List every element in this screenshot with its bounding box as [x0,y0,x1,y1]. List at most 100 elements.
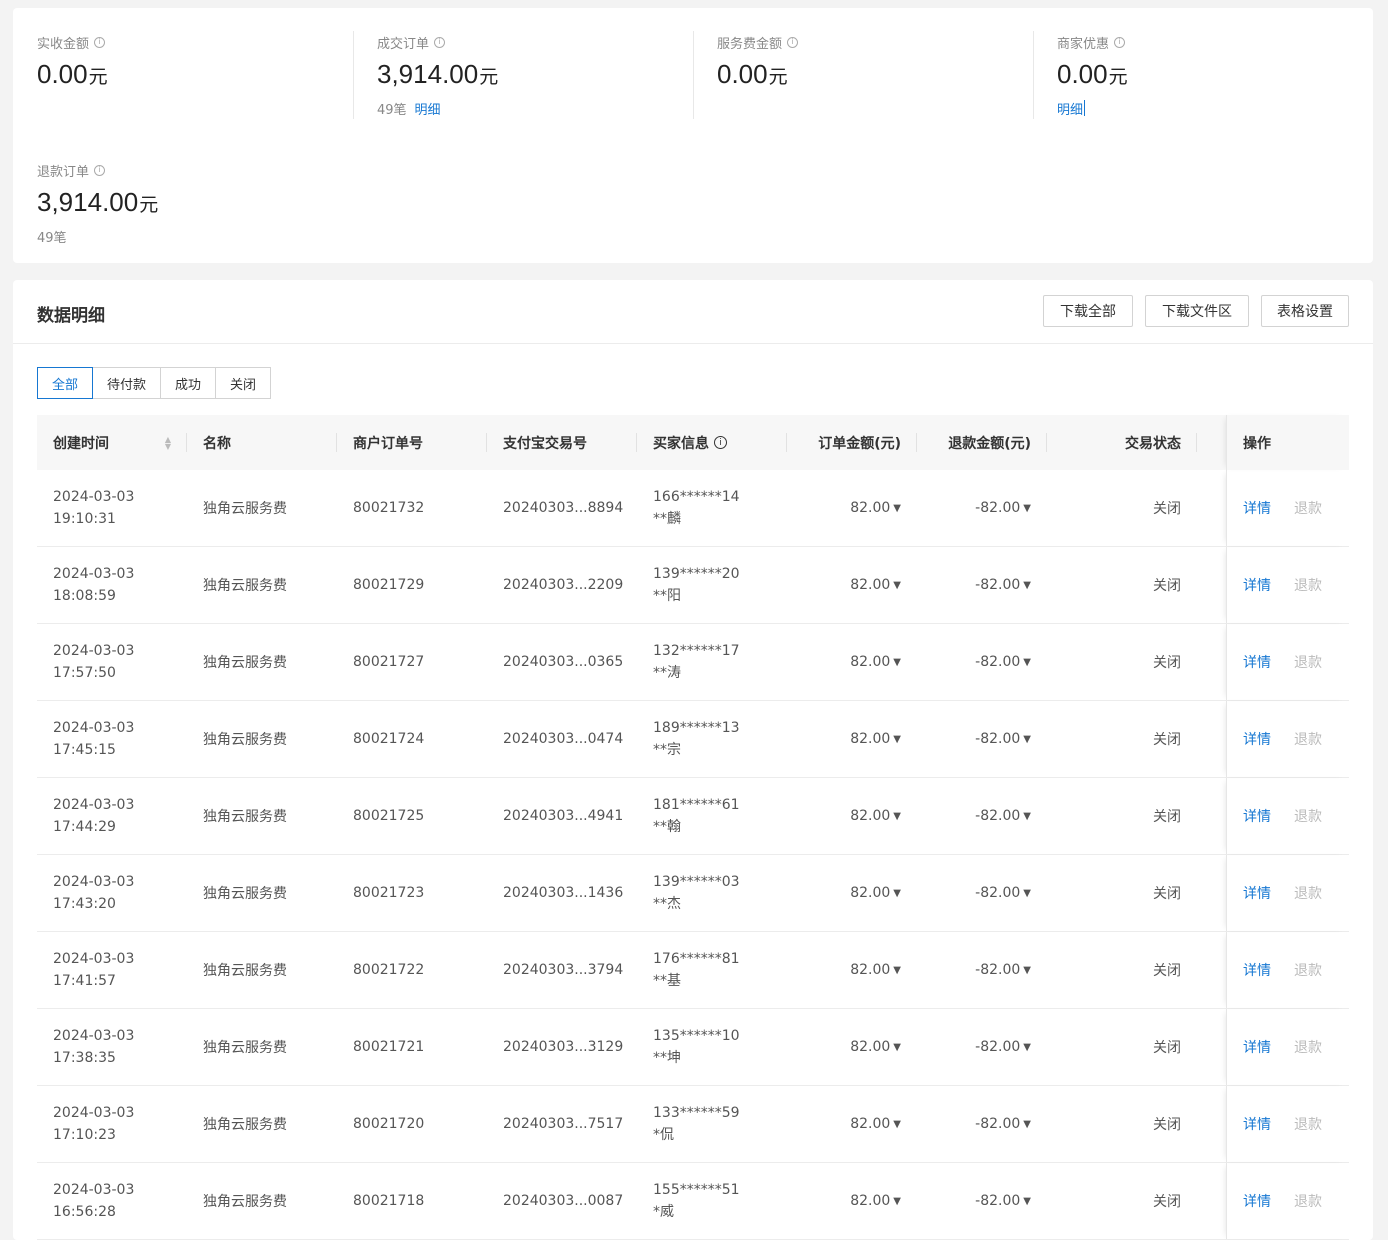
caret-down-icon[interactable]: ▼ [1023,1119,1031,1130]
stat-label: 退款订单 [37,164,90,180]
detail-link[interactable]: 详情 [1243,1191,1271,1211]
download-area-button[interactable]: 下载文件区 [1145,295,1249,327]
caret-down-icon[interactable]: ▼ [893,1119,901,1130]
info-icon[interactable]: i [434,36,446,48]
caret-down-icon[interactable]: ▼ [893,734,901,745]
detail-link[interactable]: 详情 [1243,960,1271,980]
order-amount-cell[interactable]: 82.00 ▼ [787,1086,917,1162]
refund-amount-cell[interactable]: -82.00 ▼ [917,1086,1047,1162]
buyer-name: **麟 [653,511,681,527]
tab-pending-payment[interactable]: 待付款 [92,367,162,399]
refund-button[interactable]: 退款 [1294,806,1322,826]
column-header-actions: 操作 [1226,415,1349,470]
caret-down-icon[interactable]: ▼ [1023,811,1031,822]
buyer-info-cell: 139******03 **杰 [637,855,787,931]
refund-amount-cell[interactable]: -82.00 ▼ [917,778,1047,854]
caret-down-icon[interactable]: ▼ [893,503,901,514]
info-icon[interactable]: i [1114,36,1126,48]
caret-down-icon[interactable]: ▼ [893,1196,901,1207]
created-date: 2024-03-03 [53,951,135,967]
caret-down-icon[interactable]: ▼ [893,811,901,822]
caret-down-icon[interactable]: ▼ [1023,734,1031,745]
refund-amount-cell[interactable]: -82.00 ▼ [917,470,1047,546]
refund-button[interactable]: 退款 [1294,498,1322,518]
order-amount-cell[interactable]: 82.00 ▼ [787,1163,917,1239]
caret-down-icon[interactable]: ▼ [1023,503,1031,514]
caret-down-icon[interactable]: ▼ [1023,965,1031,976]
order-amount: 82.00 [850,731,891,747]
column-header-merchant-order-no: 商户订单号 [337,415,487,470]
name-cell: 独角云服务费 [203,501,287,517]
refund-button[interactable]: 退款 [1294,729,1322,749]
order-amount-cell[interactable]: 82.00 ▼ [787,547,917,623]
created-time: 17:44:29 [53,819,116,835]
stat-label: 成交订单 [377,36,430,52]
info-icon[interactable]: i [94,164,106,176]
refund-button[interactable]: 退款 [1294,1191,1322,1211]
created-time-cell: 2024-03-03 17:57:50 [37,624,187,700]
info-icon[interactable]: i [714,436,727,449]
caret-down-icon[interactable]: ▼ [1023,1196,1031,1207]
caret-down-icon[interactable]: ▼ [893,1042,901,1053]
caret-down-icon[interactable]: ▼ [1023,657,1031,668]
refund-amount-cell[interactable]: -82.00 ▼ [917,855,1047,931]
refund-amount-cell[interactable]: -82.00 ▼ [917,547,1047,623]
stat-merchant-discount: 商家优惠 i 0.00 元 明细 [1057,33,1357,118]
caret-down-icon[interactable]: ▼ [893,580,901,591]
refund-amount-cell[interactable]: -82.00 ▼ [917,624,1047,700]
trade-status-cell: 关闭 [1153,963,1181,979]
order-amount-cell[interactable]: 82.00 ▼ [787,1009,917,1085]
caret-down-icon[interactable]: ▼ [893,888,901,899]
refund-button[interactable]: 退款 [1294,883,1322,903]
tab-all[interactable]: 全部 [37,367,94,399]
caret-down-icon[interactable]: ▼ [1023,888,1031,899]
info-icon[interactable]: i [94,36,106,48]
merchant-order-no-cell: 80021724 [353,731,425,747]
buyer-phone: 139******20 [653,566,740,582]
detail-link[interactable]: 详情 [1243,883,1271,903]
detail-link[interactable]: 详情 [1243,806,1271,826]
order-amount-cell[interactable]: 82.00 ▼ [787,778,917,854]
order-amount-cell[interactable]: 82.00 ▼ [787,470,917,546]
caret-down-icon[interactable]: ▼ [1023,580,1031,591]
caret-down-icon[interactable]: ▼ [893,965,901,976]
column-header-created-time[interactable]: 创建时间 ▲ ▼ [37,415,187,470]
order-amount: 82.00 [850,962,891,978]
order-amount-cell[interactable]: 82.00 ▼ [787,701,917,777]
download-all-button[interactable]: 下载全部 [1043,295,1133,327]
detail-link[interactable]: 详情 [1243,498,1271,518]
refund-amount-cell[interactable]: -82.00 ▼ [917,701,1047,777]
sort-icon[interactable]: ▲ ▼ [165,435,171,450]
detail-link[interactable]: 详情 [1243,575,1271,595]
detail-link[interactable]: 详情 [1243,652,1271,672]
created-time-cell: 2024-03-03 17:45:15 [37,701,187,777]
caret-down-icon[interactable]: ▼ [893,657,901,668]
detail-link[interactable]: 明细 [415,99,441,118]
refund-button[interactable]: 退款 [1294,652,1322,672]
refund-amount-cell[interactable]: -82.00 ▼ [917,932,1047,1008]
detail-link[interactable]: 详情 [1243,1037,1271,1057]
refund-button[interactable]: 退款 [1294,1037,1322,1057]
refund-amount-cell[interactable]: -82.00 ▼ [917,1009,1047,1085]
stat-label: 实收金额 [37,36,90,52]
detail-link[interactable]: 详情 [1243,1114,1271,1134]
divider [1033,31,1034,119]
refund-amount-cell[interactable]: -82.00 ▼ [917,1163,1047,1239]
actions-cell: 详情 退款 [1226,470,1349,546]
order-amount-cell[interactable]: 82.00 ▼ [787,932,917,1008]
caret-down-icon[interactable]: ▼ [1023,1042,1031,1053]
refund-button[interactable]: 退款 [1294,575,1322,595]
order-amount: 82.00 [850,1039,891,1055]
refund-button[interactable]: 退款 [1294,960,1322,980]
refund-button[interactable]: 退款 [1294,1114,1322,1134]
order-amount-cell[interactable]: 82.00 ▼ [787,855,917,931]
alipay-trade-no-cell: 20240303...2209 [503,577,624,593]
created-time-cell: 2024-03-03 16:56:28 [37,1163,187,1239]
table-settings-button[interactable]: 表格设置 [1261,295,1349,327]
tab-success[interactable]: 成功 [160,367,217,399]
detail-link[interactable]: 明细 [1057,99,1083,118]
tab-closed[interactable]: 关闭 [215,367,272,399]
order-amount-cell[interactable]: 82.00 ▼ [787,624,917,700]
detail-link[interactable]: 详情 [1243,729,1271,749]
info-icon[interactable]: i [787,36,799,48]
